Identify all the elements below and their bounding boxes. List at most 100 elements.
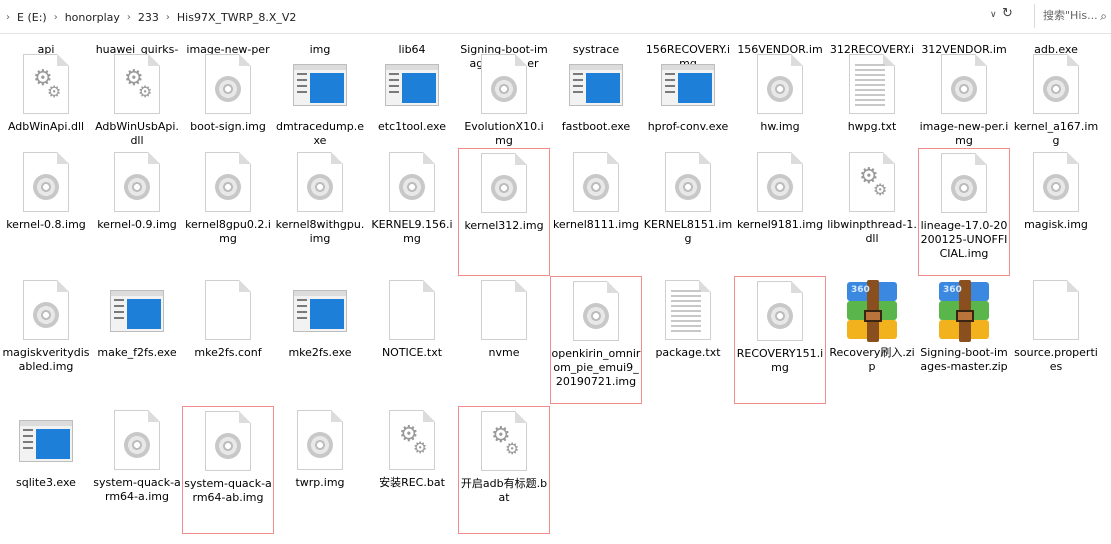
file-item-label: magisk.img: [1024, 218, 1088, 231]
file-item-label: AdbWinUsbApi.dll: [95, 120, 179, 147]
file-item-label: kernel8gpu0.2.img: [185, 218, 271, 245]
app-window-icon: [293, 54, 347, 118]
app-window-icon: [293, 280, 347, 344]
breadcrumb-current-folder[interactable]: His97X_TWRP_8.X_V2: [177, 11, 297, 24]
file-item[interactable]: kernel8withgpu.img: [274, 148, 366, 276]
search-placeholder: 搜索"His...: [1043, 9, 1098, 22]
file-item[interactable]: system-quack-arm64-a.img: [91, 406, 183, 534]
chevron-down-icon[interactable]: ∨: [990, 10, 997, 20]
file-item-label: kernel-0.9.img: [97, 218, 177, 231]
disc-image-icon: [293, 152, 347, 216]
gear-icon: ⚙ ⚙: [385, 410, 439, 474]
zip-archive-icon: 360: [937, 280, 991, 344]
chevron-right-icon[interactable]: ›: [54, 12, 58, 23]
file-item-label: hw.img: [760, 120, 800, 133]
chevron-right-icon[interactable]: ›: [166, 12, 170, 23]
file-item-label: kernel9181.img: [736, 218, 824, 231]
blank-file-icon: [201, 280, 255, 344]
file-item[interactable]: make_f2fs.exe: [91, 276, 183, 404]
file-item[interactable]: KERNEL9.156.img: [366, 148, 458, 276]
breadcrumb-honorplay[interactable]: honorplay: [65, 11, 120, 24]
file-item-label: dmtracedump.exe: [275, 120, 364, 147]
file-item-label: mke2fs.conf: [194, 346, 262, 359]
file-item[interactable]: nvme: [458, 276, 550, 404]
file-item-label: kernel8withgpu.img: [275, 218, 365, 245]
file-item-label: AdbWinApi.dll: [7, 120, 85, 133]
file-item[interactable]: NOTICE.txt: [366, 276, 458, 404]
file-item-label: nvme: [488, 346, 520, 359]
file-item-label: KERNEL9.156.img: [371, 218, 453, 245]
file-item[interactable]: lineage-17.0-20200125-UNOFFICIAL.img: [918, 148, 1010, 276]
disc-image-icon: [937, 153, 991, 217]
file-item-label: sqlite3.exe: [16, 476, 76, 489]
file-item[interactable]: kernel-0.9.img: [91, 148, 183, 276]
file-item[interactable]: kernel8gpu0.2.img: [182, 148, 274, 276]
file-item-label: system-quack-arm64-a.img: [93, 476, 181, 503]
disc-image-icon: [937, 54, 991, 118]
disc-image-icon: [477, 54, 531, 118]
file-item-label: etc1tool.exe: [378, 120, 446, 133]
file-item[interactable]: system-quack-arm64-ab.img: [182, 406, 274, 534]
disc-image-icon: [385, 152, 439, 216]
disc-image-icon: [1029, 152, 1083, 216]
file-item[interactable]: openkirin_omnirom_pie_emui9_20190721.img: [550, 276, 642, 404]
file-item[interactable]: kernel9181.img: [734, 148, 826, 276]
file-item-label: kernel-0.8.img: [6, 218, 86, 231]
file-item-label: openkirin_omnirom_pie_emui9_20190721.img: [551, 347, 641, 388]
file-item[interactable]: mke2fs.conf: [182, 276, 274, 404]
file-item-label: 开启adb有标题.bat: [460, 477, 548, 504]
app-window-icon: [110, 280, 164, 344]
blank-file-icon: [385, 280, 439, 344]
file-item[interactable]: twrp.img: [274, 406, 366, 534]
file-item[interactable]: kernel312.img: [458, 148, 550, 276]
disc-image-icon: [201, 411, 255, 475]
gear-icon: ⚙ ⚙: [845, 152, 899, 216]
disc-image-icon: [753, 54, 807, 118]
file-item-label: image-new-per.img: [919, 120, 1009, 147]
text-file-icon: [845, 54, 899, 118]
chevron-right-icon[interactable]: ›: [127, 12, 131, 23]
file-item-label: NOTICE.txt: [381, 346, 443, 359]
file-item[interactable]: ⚙ ⚙ 安装REC.bat: [366, 406, 458, 534]
text-file-icon: [661, 280, 715, 344]
disc-image-icon: [569, 152, 623, 216]
zip-archive-icon: 360: [845, 280, 899, 344]
disc-image-icon: [19, 280, 73, 344]
file-item[interactable]: magisk.img: [1010, 148, 1102, 276]
file-item[interactable]: 360 Signing-boot-images-master.zip: [918, 276, 1010, 404]
refresh-icon[interactable]: ↻: [1002, 6, 1013, 21]
disc-image-icon: [110, 410, 164, 474]
chevron-right-icon[interactable]: ›: [6, 12, 10, 23]
file-item-label: kernel8111.img: [552, 218, 640, 231]
file-item[interactable]: mke2fs.exe: [274, 276, 366, 404]
breadcrumb[interactable]: › E (E:) › honorplay › 233 › His97X_TWRP…: [6, 9, 296, 25]
file-item[interactable]: 360 Recovery刷入.zip: [826, 276, 918, 404]
breadcrumb-drive[interactable]: E (E:): [17, 11, 47, 24]
file-item[interactable]: ⚙ ⚙ libwinpthread-1.dll: [826, 148, 918, 276]
file-item-label: lineage-17.0-20200125-UNOFFICIAL.img: [920, 219, 1008, 260]
file-item-label: package.txt: [655, 346, 721, 359]
app-window-icon: [19, 410, 73, 474]
file-item-label: magiskveritydisabled.img: [2, 346, 90, 373]
file-item[interactable]: source.properties: [1010, 276, 1102, 404]
file-item-label: RECOVERY151.img: [736, 347, 824, 374]
file-item[interactable]: ⚙ ⚙ 开启adb有标题.bat: [458, 406, 550, 534]
search-input[interactable]: 搜索"His... ⌕: [1034, 4, 1111, 28]
breadcrumb-233[interactable]: 233: [138, 11, 159, 24]
address-bar: › E (E:) › honorplay › 233 › His97X_TWRP…: [0, 0, 1111, 34]
disc-image-icon: [477, 153, 531, 217]
file-item-label: make_f2fs.exe: [97, 346, 177, 359]
disc-image-icon: [1029, 54, 1083, 118]
file-item[interactable]: kernel-0.8.img: [0, 148, 92, 276]
file-item[interactable]: sqlite3.exe: [0, 406, 92, 534]
file-item[interactable]: magiskveritydisabled.img: [0, 276, 92, 404]
file-item[interactable]: package.txt: [642, 276, 734, 404]
file-item[interactable]: kernel8111.img: [550, 148, 642, 276]
gear-icon: ⚙ ⚙: [110, 54, 164, 118]
search-icon[interactable]: ⌕: [1100, 4, 1107, 28]
file-item[interactable]: KERNEL8151.img: [642, 148, 734, 276]
disc-image-icon: [293, 410, 347, 474]
file-item-label: Signing-boot-images-master.zip: [920, 346, 1008, 373]
file-item-label: Recovery刷入.zip: [829, 346, 915, 373]
file-item[interactable]: RECOVERY151.img: [734, 276, 826, 404]
